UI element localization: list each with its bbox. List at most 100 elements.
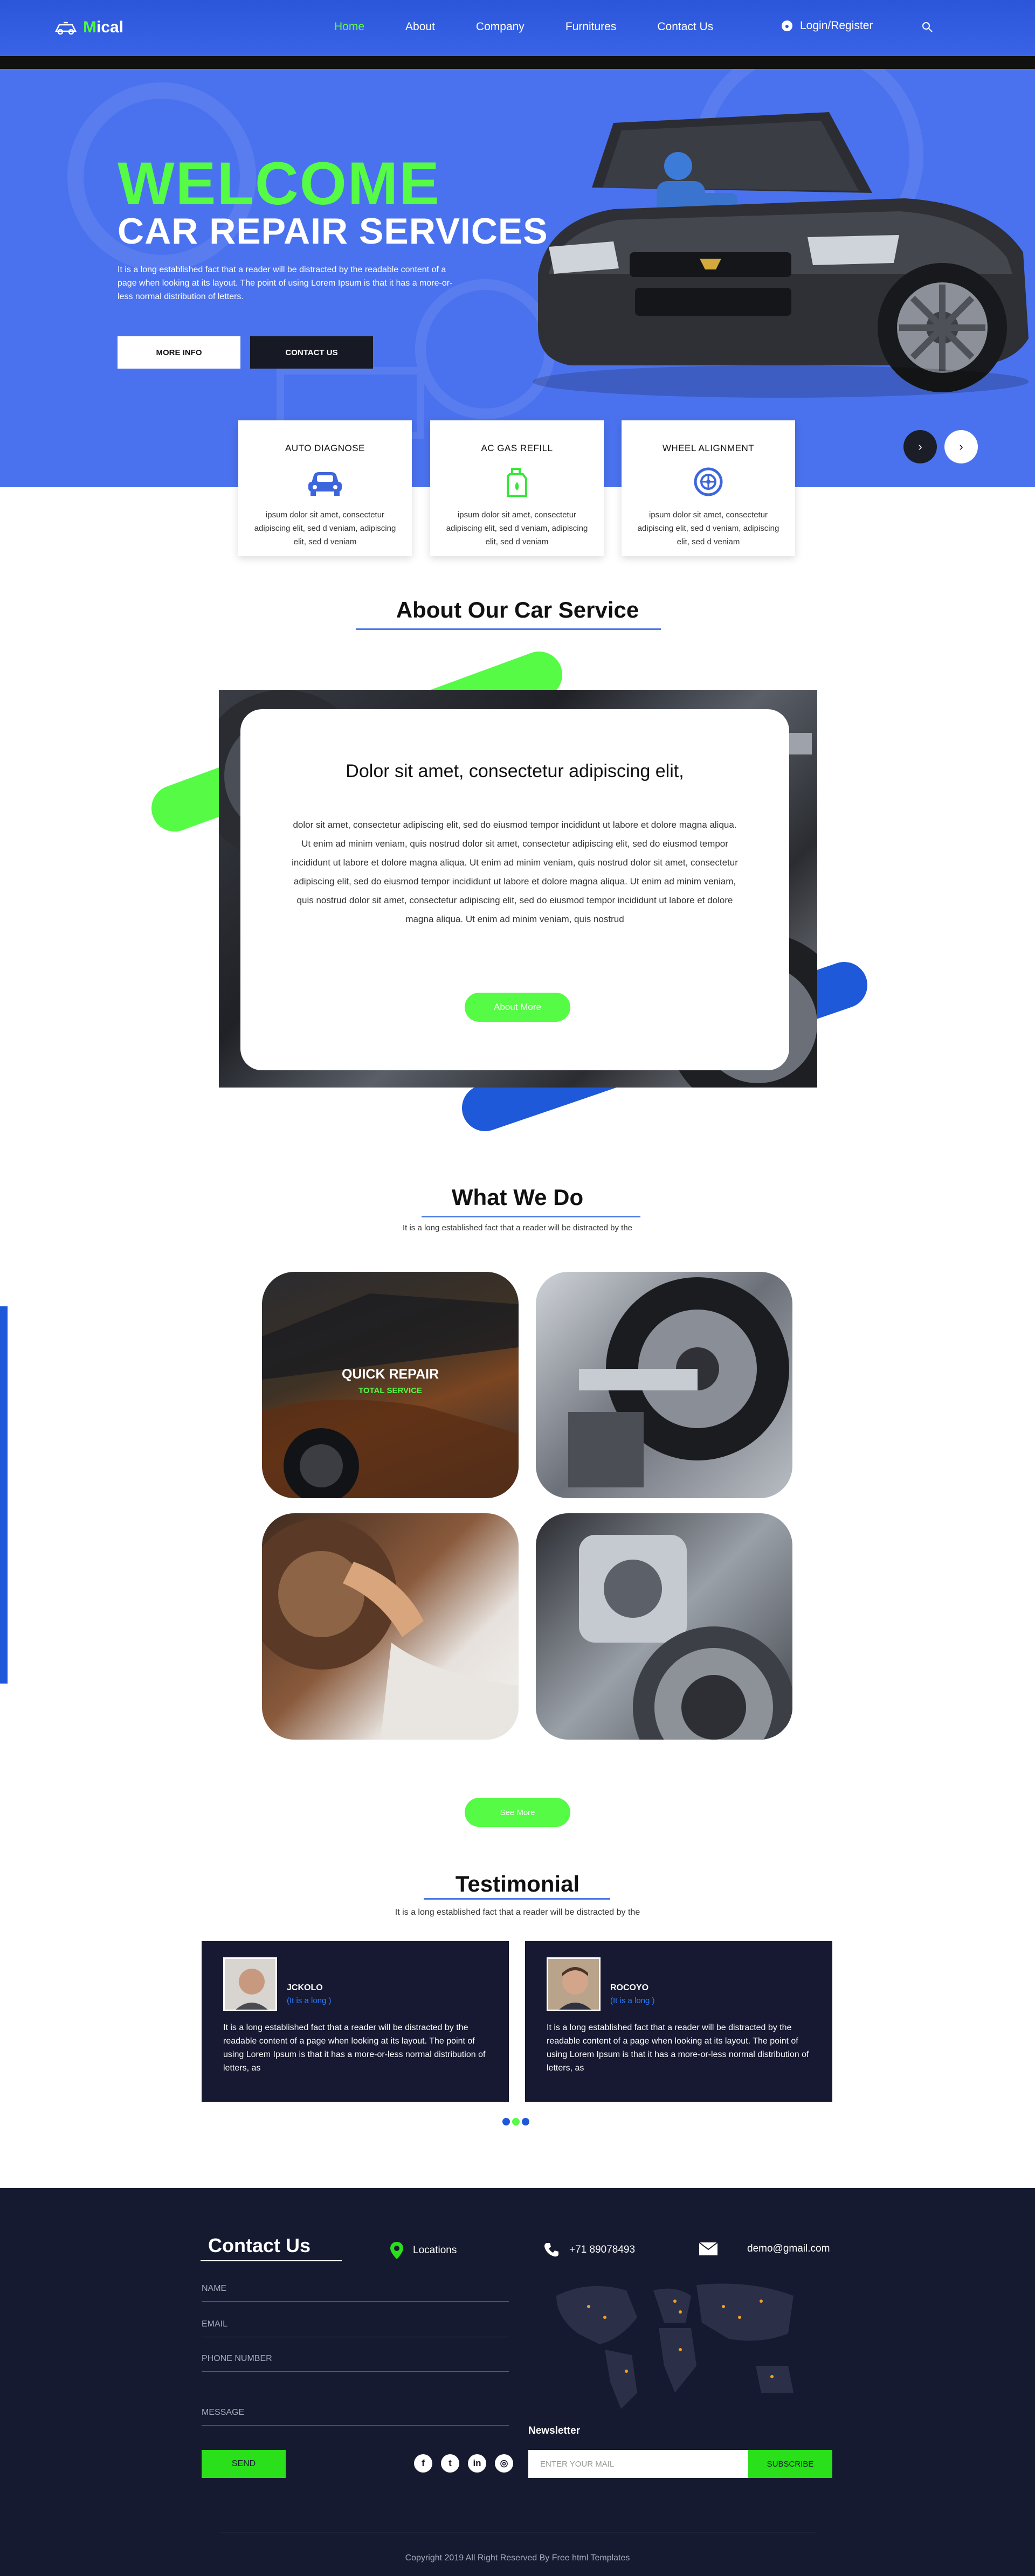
twitter-icon[interactable]: t <box>441 2454 459 2473</box>
about-card: Dolor sit amet, consectetur adipiscing e… <box>240 709 789 1070</box>
phone-number: +71 89078493 <box>569 2244 636 2255</box>
feature-text: ipsum dolor sit amet, consectetur adipis… <box>637 510 779 546</box>
contact-title-underline <box>201 2260 342 2261</box>
service-tile-quick-repair[interactable]: QUICK REPAIR TOTAL SERVICE <box>262 1272 519 1498</box>
feature-text: ipsum dolor sit amet, consectetur adipis… <box>446 510 588 546</box>
about-heading: Dolor sit amet, consectetur adipiscing e… <box>346 761 684 781</box>
see-more-button[interactable]: See More <box>465 1798 570 1827</box>
testimonial-subtitle: It is a long established fact that a rea… <box>395 1908 640 1917</box>
about-text: dolor sit amet, consectetur adipiscing e… <box>292 820 738 924</box>
about-section-title: About Our Car Service <box>396 597 639 622</box>
phone-info: +71 89078493 <box>543 2242 635 2258</box>
avatar <box>547 1957 601 2011</box>
feature-card-wheel-alignment: WHEEL ALIGNMENT ipsum dolor sit amet, co… <box>622 420 795 556</box>
email-info: demo@gmail.com <box>699 2242 830 2256</box>
newsletter-label: Newsletter <box>528 2425 581 2436</box>
message-field[interactable]: MESSAGE <box>202 2408 509 2426</box>
location-pin-icon <box>390 2242 403 2259</box>
about-title-underline <box>356 628 661 630</box>
wheel-alignment-image <box>568 1277 789 1487</box>
name-field[interactable]: NAME <box>202 2284 509 2302</box>
testimonial-card: JCKOLO (It is a long ) It is a long esta… <box>202 1941 509 2102</box>
testimonial-text: It is a long established fact that a rea… <box>547 2023 809 2073</box>
logo[interactable]: Mical <box>54 18 123 37</box>
login-label: Login/Register <box>800 19 873 32</box>
logo-icon <box>54 22 77 35</box>
feature-text: ipsum dolor sit amet, consectetur adipis… <box>254 510 396 546</box>
what-we-do-underline <box>422 1216 640 1217</box>
social-links: f t in ◎ <box>414 2454 513 2473</box>
send-button[interactable]: SEND <box>202 2450 286 2478</box>
testimonial-role: (It is a long ) <box>287 1996 332 2005</box>
brake-service-image <box>262 1519 519 1740</box>
feature-title: AC GAS REFILL <box>481 443 553 453</box>
copyright-text: Copyright 2019 All Right Reserved By Fre… <box>405 2553 630 2563</box>
service-tile-wheel-alignment[interactable] <box>536 1272 792 1498</box>
testimonial-underline <box>424 1898 610 1900</box>
feature-card-auto-diagnose: AUTO DIAGNOSE ipsum dolor sit amet, cons… <box>238 420 412 556</box>
about-more-button[interactable]: About More <box>465 993 570 1022</box>
testimonial-role: (It is a long ) <box>610 1996 655 2005</box>
facebook-icon[interactable]: f <box>414 2454 432 2473</box>
tile-title: QUICK REPAIR <box>341 1367 439 1382</box>
mail-icon <box>699 2242 718 2255</box>
testimonial-name: JCKOLO <box>287 1983 323 1992</box>
tile-subtitle: TOTAL SERVICE <box>358 1386 423 1395</box>
page: Mical Home About Company Furnitures Cont… <box>0 0 1035 2576</box>
testimonial-text: It is a long established fact that a rea… <box>223 2023 486 2073</box>
slider-next-button[interactable]: › <box>944 430 978 463</box>
car-icon <box>308 472 342 496</box>
user-icon: ● <box>782 20 792 31</box>
hero-subtitle: CAR REPAIR SERVICES <box>118 211 548 252</box>
feature-title: WHEEL ALIGNMENT <box>662 443 755 453</box>
nav-contact-us[interactable]: Contact Us <box>657 20 713 33</box>
testimonial-pagination <box>502 2118 529 2125</box>
location-info: Locations <box>390 2242 457 2259</box>
engine-parts-image <box>579 1535 792 1740</box>
hero-car-image <box>533 112 1029 398</box>
more-info-button[interactable]: MORE INFO <box>118 336 240 369</box>
footer: Contact Us NAME EMAIL PHONE NUMBER MESSA… <box>0 2188 1035 2576</box>
testimonial-name: ROCOYO <box>610 1983 649 1992</box>
gas-can-icon <box>507 468 527 497</box>
nav-about[interactable]: About <box>405 20 435 33</box>
pagination-dot[interactable] <box>502 2118 510 2125</box>
newsletter-email-input[interactable]: ENTER YOUR MAIL <box>528 2450 749 2478</box>
testimonial-title: Testimonial <box>455 1871 580 1896</box>
hero-welcome: WELCOME <box>118 150 440 217</box>
instagram-icon[interactable]: ◎ <box>495 2454 513 2473</box>
service-tile-brake-service[interactable] <box>262 1513 519 1740</box>
search-icon[interactable] <box>921 20 934 33</box>
slider-prev-button[interactable]: › <box>903 430 937 463</box>
quick-repair-image <box>262 1293 519 1498</box>
nav-furnitures[interactable]: Furnitures <box>565 20 617 33</box>
email-address: demo@gmail.com <box>747 2243 830 2254</box>
linkedin-icon[interactable]: in <box>468 2454 486 2473</box>
hero-description: It is a long established fact that a rea… <box>118 265 453 301</box>
service-tile-engine-parts[interactable] <box>536 1513 792 1740</box>
email-field[interactable]: EMAIL <box>202 2319 509 2337</box>
nav-company[interactable]: Company <box>476 20 525 33</box>
phone-icon <box>544 2243 558 2257</box>
avatar <box>223 1957 277 2011</box>
what-we-do-title: What We Do <box>451 1185 584 1210</box>
world-map-image <box>556 2283 794 2409</box>
contact-us-button[interactable]: CONTACT US <box>250 336 373 369</box>
phone-field[interactable]: PHONE NUMBER <box>202 2354 509 2372</box>
testimonial-card: ROCOYO (It is a long ) It is a long esta… <box>525 1941 832 2102</box>
logo-text: Mical <box>83 18 124 36</box>
location-label: Locations <box>413 2245 457 2256</box>
contact-title: Contact Us <box>208 2234 311 2256</box>
feature-title: AUTO DIAGNOSE <box>285 443 365 453</box>
side-accent-bar <box>0 1306 8 1684</box>
pagination-dot[interactable] <box>522 2118 529 2125</box>
pagination-dot[interactable] <box>512 2118 520 2125</box>
subscribe-button[interactable]: SUBSCRIBE <box>748 2450 832 2478</box>
wheel-icon <box>694 467 723 496</box>
what-we-do-subtitle: It is a long established fact that a rea… <box>402 1223 633 1232</box>
login-register-link[interactable]: ● Login/Register <box>782 19 873 32</box>
feature-card-ac-gas-refill: AC GAS REFILL ipsum dolor sit amet, cons… <box>430 420 604 556</box>
main-nav: Home About Company Furnitures Contact Us <box>334 20 754 33</box>
header: Mical Home About Company Furnitures Cont… <box>0 0 1035 69</box>
nav-home[interactable]: Home <box>334 20 364 33</box>
